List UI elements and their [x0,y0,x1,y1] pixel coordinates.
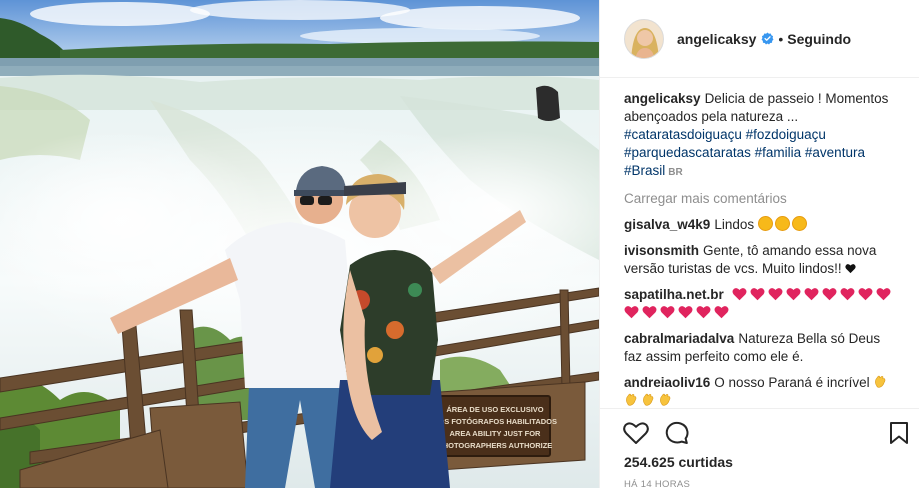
load-more-comments-link[interactable]: Carregar mais comentários [624,190,898,208]
hashtag-link[interactable]: #Brasil [624,163,665,178]
red-heart-emoji-icon [786,288,801,301]
post-actions-bar: 254.625 curtidas HÁ 14 HORAS [600,408,919,488]
avatar-image [625,19,663,58]
red-heart-emoji-icon [858,288,873,301]
photographers-sign: ÁREA DE USO EXCLUSIVO DOS FOTÓGRAFOS HAB… [433,395,557,457]
clapping-hands-emoji-icon [875,375,886,388]
red-heart-emoji-icon [876,288,891,301]
red-heart-emoji-icon [624,306,639,319]
svg-text:DOS FOTÓGRAFOS HABILITADOS: DOS FOTÓGRAFOS HABILITADOS [433,417,557,426]
avatar[interactable] [624,18,664,59]
clapping-hands-emoji-icon [626,393,637,406]
red-heart-emoji-icon [732,288,747,301]
post-photo[interactable]: ÁREA DE USO EXCLUSIVO DOS FOTÓGRAFOS HAB… [0,0,599,488]
comment-username[interactable]: sapatilha.net.br [624,287,724,302]
following-button[interactable]: Seguindo [787,31,851,47]
post-caption: angelicaksy Delicia de passeio ! Momentos… [624,90,898,182]
heart-outline-icon[interactable] [623,421,649,450]
hashtag-link[interactable]: #fozdoiguaçu [746,127,826,142]
comment-item: ivisonsmith Gente, tô amando essa nova ve… [624,242,898,278]
hashtag-link[interactable]: #aventura [805,145,865,160]
hashtag-link[interactable]: #parquedascataratas [624,145,751,160]
caption-username[interactable]: angelicaksy [624,91,701,106]
red-heart-emoji-icon [840,288,855,301]
red-heart-emoji-icon [714,306,729,319]
speech-bubble-icon[interactable] [665,421,689,450]
comment-item: cabralmariadalva Natureza Bella só Deus f… [624,330,898,366]
bookmark-icon[interactable] [889,421,909,450]
red-heart-emoji-icon [678,306,693,319]
post-side-panel: angelicaksy • Seguindo angelicaksy Delici… [599,0,919,488]
red-heart-emoji-icon [804,288,819,301]
red-heart-emoji-icon [822,288,837,301]
post-header: angelicaksy • Seguindo [600,0,919,78]
comment-username[interactable]: gisalva_w4k9 [624,217,710,232]
comments-list[interactable]: angelicaksy Delicia de passeio ! Momentos… [624,90,898,408]
svg-text:AREA ABILITY JUST FOR: AREA ABILITY JUST FOR [450,429,542,438]
comment-item: andreiaoliv16 O nosso Paraná é incrível [624,374,898,408]
comment-text: O nosso Paraná é incrível [714,375,870,390]
country-flag-label: BR [668,167,683,178]
header-separator: • [778,30,784,47]
hashtag-link[interactable]: #cataratasdoiguaçu [624,127,742,142]
kissing-face-emoji-icon [774,216,790,231]
kissing-face-emoji-icon [757,216,773,231]
verified-badge-icon [761,32,774,45]
comment-username[interactable]: andreiaoliv16 [624,375,710,390]
red-heart-emoji-icon [642,306,657,319]
svg-text:ÁREA DE USO EXCLUSIVO: ÁREA DE USO EXCLUSIVO [446,405,543,414]
svg-text:PHOTOGRAPHERS AUTHORIZE: PHOTOGRAPHERS AUTHORIZE [438,441,553,450]
kissing-face-emoji-icon [791,216,807,231]
clapping-hands-emoji-icon [660,393,671,406]
comment-username[interactable]: cabralmariadalva [624,331,734,346]
red-heart-emoji-icon [696,306,711,319]
hashtag-link[interactable]: #familia [755,145,802,160]
comment-item: sapatilha.net.br [624,286,898,322]
post-timestamp[interactable]: HÁ 14 HORAS [624,479,690,488]
account-username[interactable]: angelicaksy [677,31,756,47]
waterfall-photo: ÁREA DE USO EXCLUSIVO DOS FOTÓGRAFOS HAB… [0,0,599,488]
red-heart-emoji-icon [768,288,783,301]
clapping-hands-emoji-icon [643,393,654,406]
emoji-group [757,216,809,232]
black-heart-emoji-icon [845,264,856,274]
red-heart-emoji-icon [750,288,765,301]
comment-username[interactable]: ivisonsmith [624,243,699,258]
likes-count[interactable]: 254.625 curtidas [624,454,733,470]
red-heart-emoji-icon [660,306,675,319]
comment-text: Lindos [714,217,755,232]
comment-item: gisalva_w4k9 Lindos [624,216,898,234]
